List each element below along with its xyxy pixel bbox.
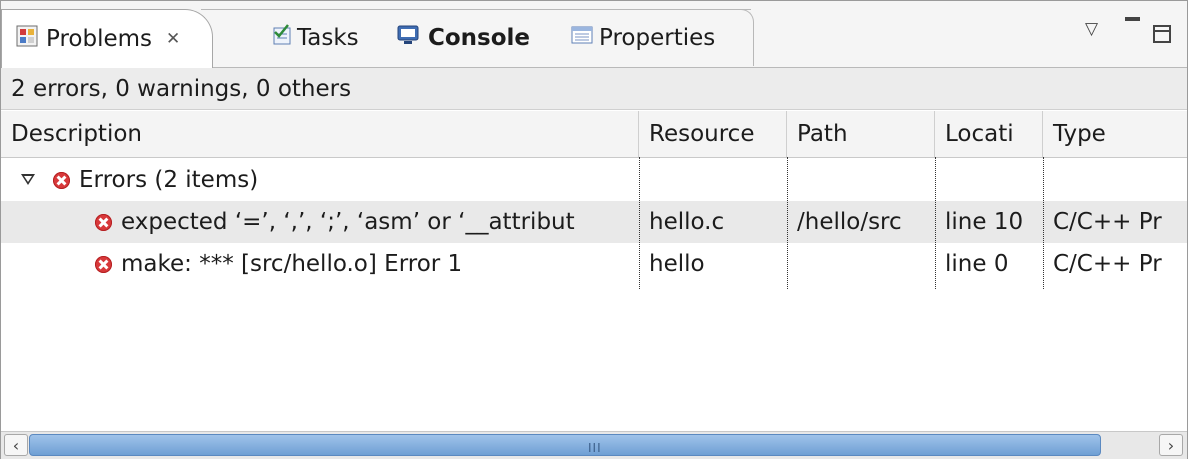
scroll-thumb[interactable]: III: [29, 434, 1101, 456]
horizontal-scrollbar[interactable]: ‹ III ›: [1, 431, 1187, 459]
error-icon: [53, 171, 70, 189]
table-row[interactable]: expected ‘=’, ‘,’, ‘;’, ‘asm’ or ‘__attr…: [1, 201, 1187, 243]
console-icon: [396, 24, 420, 52]
tab-properties[interactable]: Properties: [571, 9, 715, 66]
location-cell: line 10: [945, 209, 1024, 235]
type-cell: C/C++ Pr: [1053, 209, 1162, 235]
description-text: make: *** [src/hello.o] Error 1: [121, 251, 463, 277]
tasks-icon: [271, 23, 293, 52]
group-label: Errors (2 items): [79, 167, 259, 193]
properties-icon: [571, 25, 593, 51]
tab-properties-label: Properties: [599, 24, 716, 51]
path-cell: /hello/src: [797, 209, 902, 235]
error-icon: [95, 213, 112, 231]
error-icon: [95, 255, 112, 273]
location-cell: line 0: [945, 251, 1009, 277]
type-cell: C/C++ Pr: [1053, 251, 1162, 277]
chevron-right-icon: ›: [1167, 435, 1175, 455]
group-cell: Errors (2 items): [1, 159, 639, 201]
column-type[interactable]: Type: [1043, 111, 1187, 157]
column-separator: [787, 157, 788, 289]
column-separator: [639, 157, 640, 289]
tab-end: [741, 9, 754, 66]
problems-view: Problems ✕ Tasks Console Properties ▽ 2 …: [0, 0, 1188, 459]
description-text: expected ‘=’, ‘,’, ‘;’, ‘asm’ or ‘__attr…: [121, 209, 575, 235]
close-tab-icon[interactable]: ✕: [166, 29, 180, 49]
table-row[interactable]: make: *** [src/hello.o] Error 1 hello li…: [1, 243, 1187, 285]
path-cell: [787, 243, 935, 285]
error-group-row[interactable]: Errors (2 items): [1, 159, 1187, 201]
tab-console[interactable]: Console: [396, 9, 530, 66]
column-separator: [1043, 157, 1044, 289]
column-description[interactable]: Description: [1, 111, 639, 157]
problems-icon: [16, 25, 38, 53]
resource-cell: hello.c: [649, 209, 725, 235]
tab-problems[interactable]: Problems ✕: [1, 9, 213, 68]
column-location[interactable]: Locati: [935, 111, 1043, 157]
problems-summary: 2 errors, 0 warnings, 0 others: [1, 68, 1187, 110]
scroll-right-button[interactable]: ›: [1159, 434, 1183, 456]
description-cell: expected ‘=’, ‘,’, ‘;’, ‘asm’ or ‘__attr…: [1, 201, 639, 243]
tab-tasks-label: Tasks: [297, 24, 359, 51]
maximize-icon[interactable]: [1153, 25, 1171, 43]
scroll-grip: III: [588, 441, 602, 455]
scroll-left-button[interactable]: ‹: [4, 434, 28, 456]
expanded-twisty-icon[interactable]: [21, 174, 35, 186]
view-menu-icon[interactable]: ▽: [1085, 19, 1098, 39]
tab-console-label: Console: [428, 24, 531, 51]
column-resource[interactable]: Resource: [639, 111, 787, 157]
tab-bar: Problems ✕ Tasks Console Properties ▽: [1, 1, 1187, 68]
table-header: Description Resource Path Locati Type: [1, 111, 1187, 158]
column-separator: [935, 157, 936, 289]
minimize-icon[interactable]: [1125, 17, 1140, 21]
column-path[interactable]: Path: [787, 111, 935, 157]
description-cell: make: *** [src/hello.o] Error 1: [1, 243, 639, 285]
tab-problems-label: Problems: [46, 26, 153, 52]
resource-cell: hello: [649, 251, 705, 277]
tab-tasks[interactable]: Tasks: [271, 9, 359, 66]
chevron-left-icon: ‹: [12, 435, 20, 455]
